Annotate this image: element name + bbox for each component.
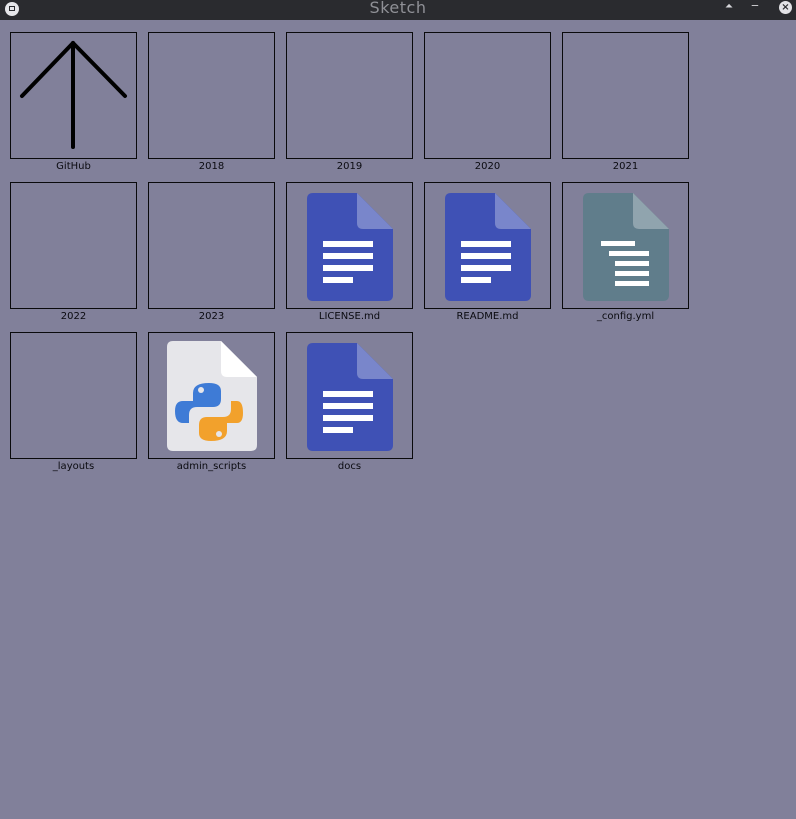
markdown-document-icon [307, 343, 393, 451]
folder-icon[interactable] [10, 332, 137, 459]
tile[interactable] [286, 182, 413, 309]
item-label: 2022 [60, 311, 87, 322]
close-button[interactable]: × [779, 1, 792, 14]
item-label: 2019 [336, 161, 363, 172]
item-license-md[interactable]: LICENSE.md [286, 182, 414, 326]
item-folder-2021[interactable]: 2021 [562, 32, 690, 176]
folder-icon[interactable] [562, 32, 689, 159]
item-label: docs [337, 461, 362, 472]
tile[interactable] [148, 332, 275, 459]
tile[interactable] [10, 32, 137, 159]
item-folder-2019[interactable]: 2019 [286, 32, 414, 176]
maximize-button[interactable]: ⏶ [720, 0, 738, 20]
item-admin-scripts[interactable]: admin_scripts [148, 332, 276, 476]
window-title: Sketch [369, 0, 427, 17]
item-github[interactable]: GitHub [10, 32, 138, 176]
item-label: 2020 [474, 161, 501, 172]
item-label: GitHub [56, 161, 91, 172]
folder-icon[interactable] [10, 182, 137, 309]
item-readme-md[interactable]: README.md [424, 182, 552, 326]
yaml-document-icon [583, 193, 669, 301]
item-folder-layouts[interactable]: _layouts [10, 332, 138, 476]
folder-icon[interactable] [286, 32, 413, 159]
item-label: 2018 [198, 161, 225, 172]
item-label: _layouts [52, 461, 95, 472]
python-file-icon [167, 341, 257, 451]
item-config-yml[interactable]: _config.yml [562, 182, 690, 326]
item-label: admin_scripts [176, 461, 247, 472]
item-label: 2021 [612, 161, 639, 172]
item-label: README.md [456, 311, 519, 322]
tile[interactable] [562, 182, 689, 309]
item-label: 2023 [198, 311, 225, 322]
item-folder-2020[interactable]: 2020 [424, 32, 552, 176]
tile[interactable] [424, 182, 551, 309]
item-label: _config.yml [596, 311, 655, 322]
folder-icon[interactable] [148, 182, 275, 309]
up-arrow-icon [20, 41, 127, 149]
item-folder-2022[interactable]: 2022 [10, 182, 138, 326]
item-folder-2018[interactable]: 2018 [148, 32, 276, 176]
tile[interactable] [286, 332, 413, 459]
markdown-document-icon [307, 193, 393, 301]
title-bar[interactable]: Sketch ⏶ ‒ × [0, 0, 796, 20]
sketch-window: Sketch ⏶ ‒ × GitHub 2018 2019 2020 2021 … [0, 0, 796, 819]
markdown-document-icon [445, 193, 531, 301]
item-docs[interactable]: docs [286, 332, 414, 476]
item-label: LICENSE.md [318, 311, 381, 322]
minimize-button[interactable]: ‒ [746, 0, 764, 20]
item-folder-2023[interactable]: 2023 [148, 182, 276, 326]
folder-icon[interactable] [148, 32, 275, 159]
folder-icon[interactable] [424, 32, 551, 159]
